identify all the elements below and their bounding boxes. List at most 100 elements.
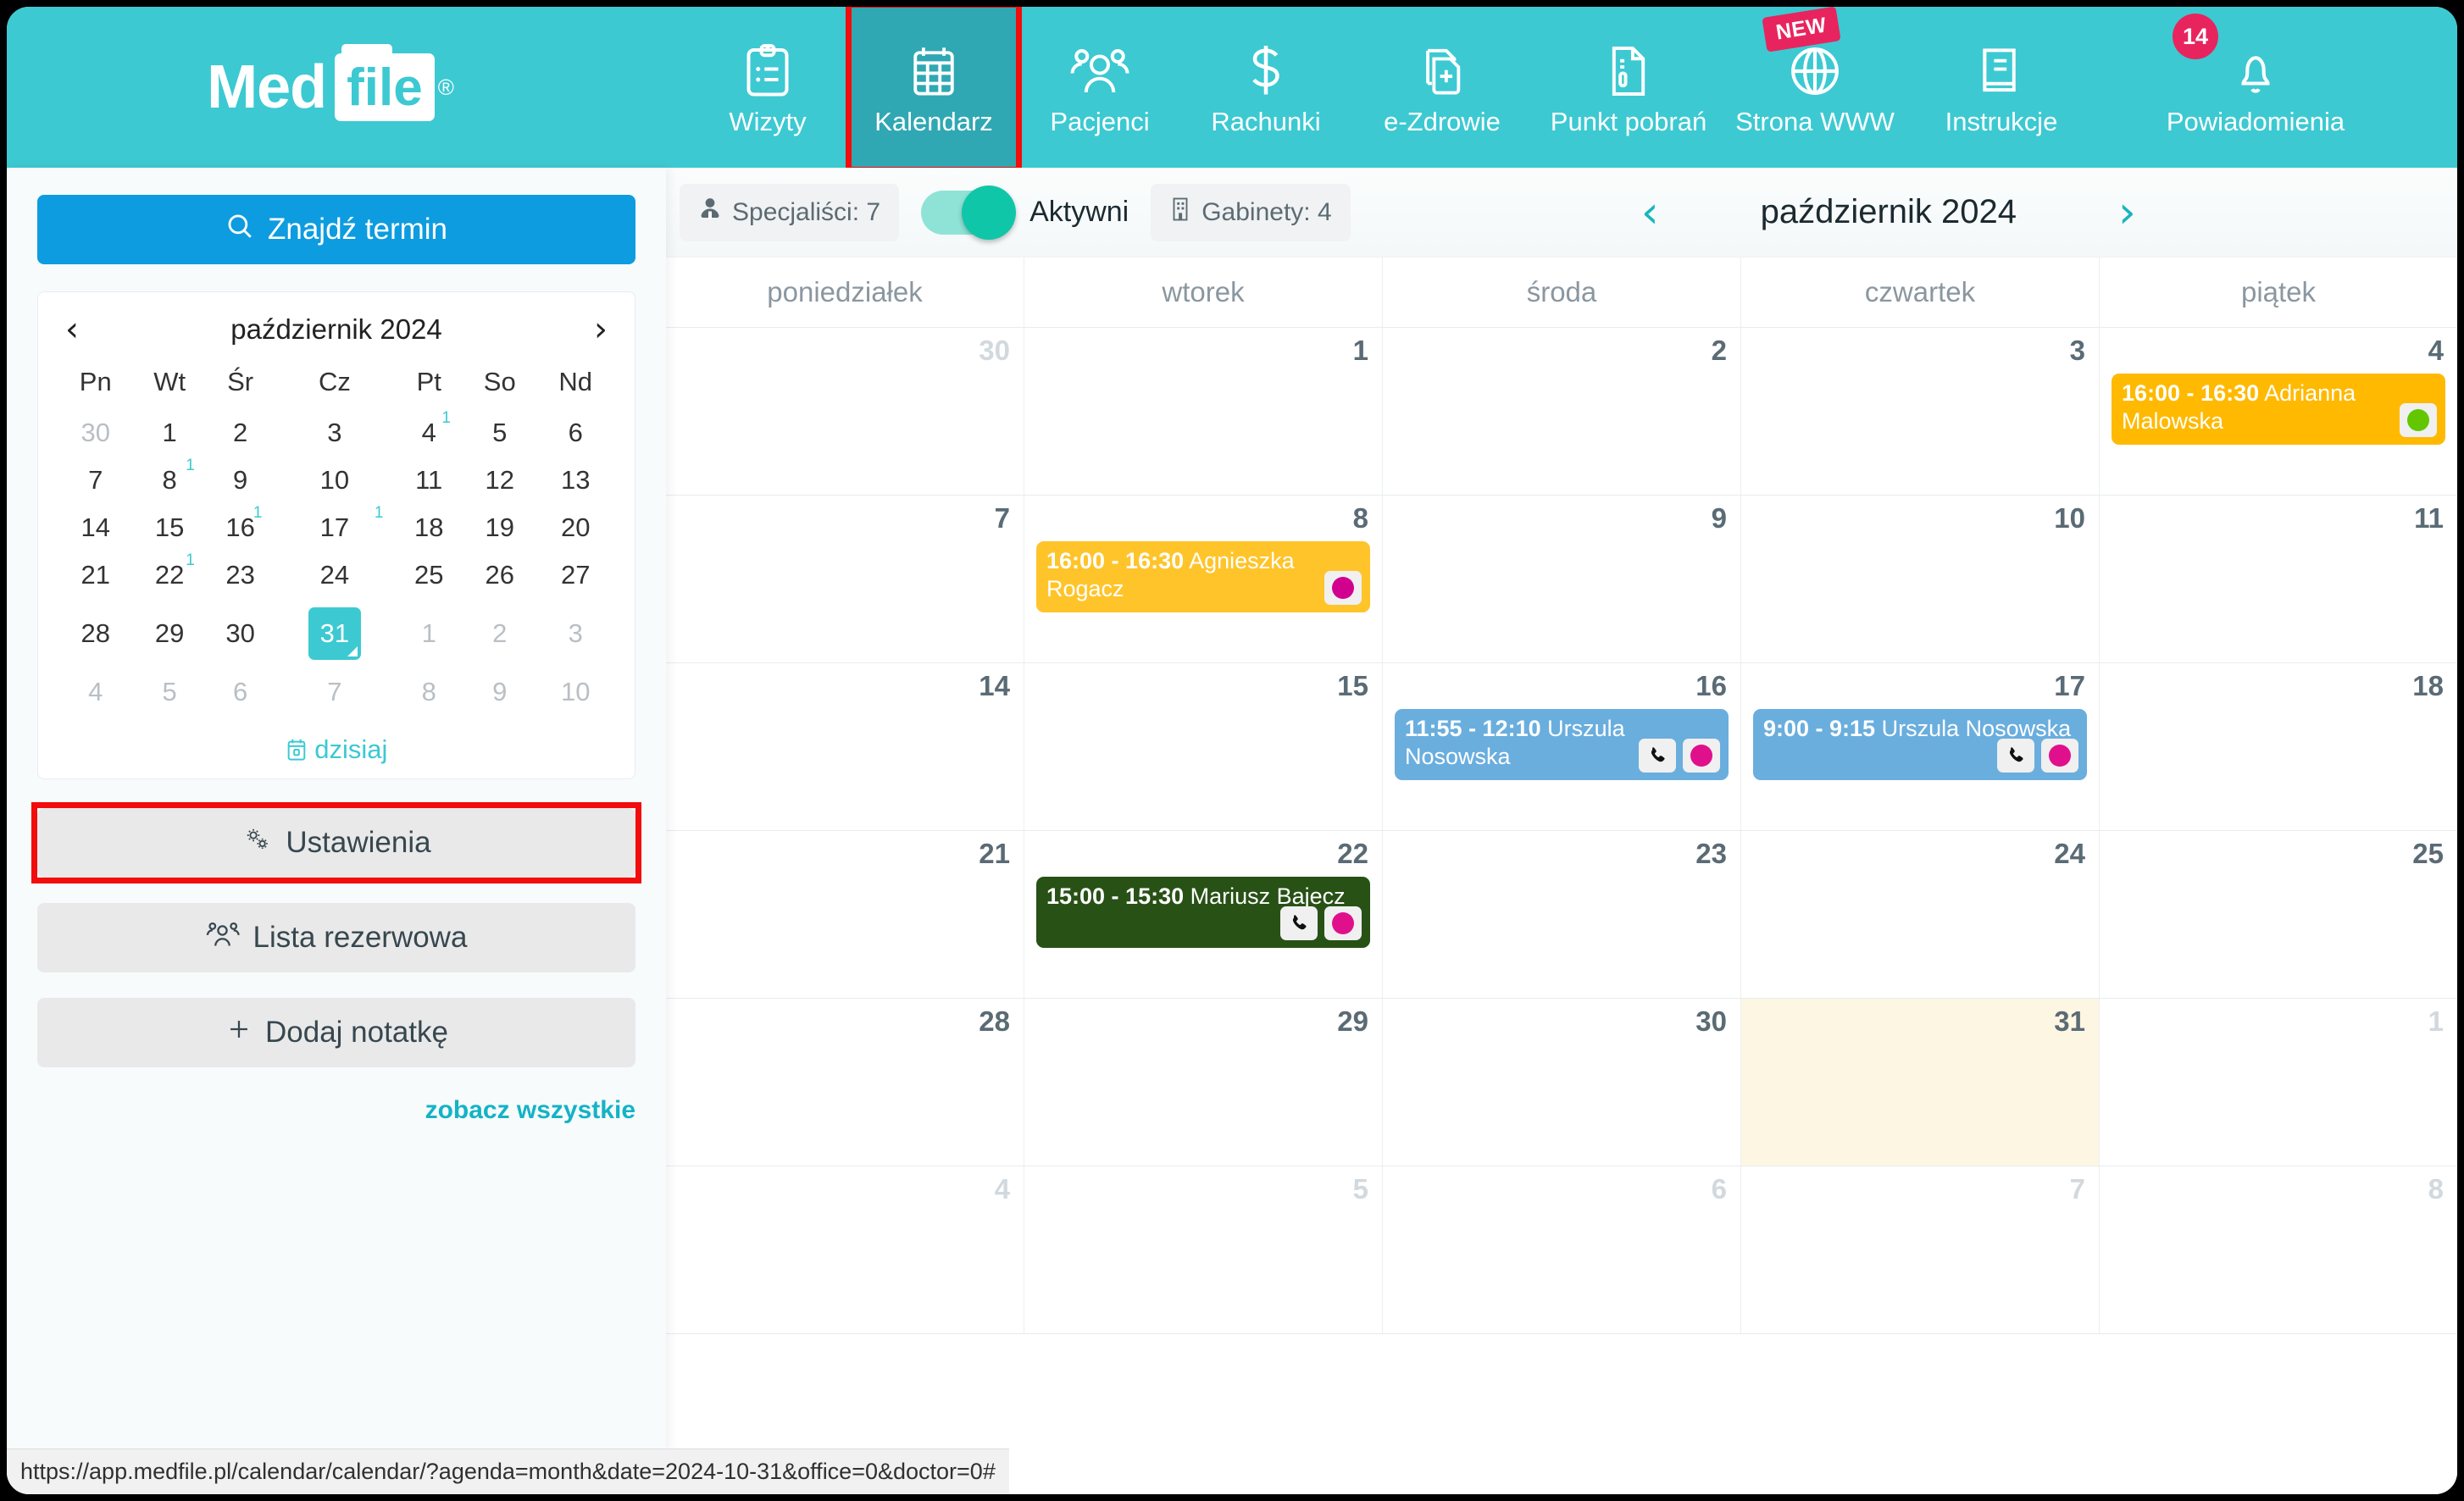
mini-calendar-day[interactable]: 30 — [58, 409, 132, 457]
calendar-day-cell[interactable]: 8 16:00 - 16:30 Agnieszka Rogacz — [1024, 496, 1383, 662]
mini-calendar-day[interactable]: 29 — [132, 599, 206, 668]
calendar-day-cell[interactable]: 21 — [666, 831, 1024, 998]
mini-calendar-day[interactable]: 26 — [463, 551, 536, 599]
calendar-day-cell[interactable]: 16 11:55 - 12:10 Urszula Nosowska — [1383, 663, 1741, 830]
medfile-logo[interactable]: Med file ® — [7, 7, 685, 168]
nav-item-strona-www[interactable]: NEW Strona WWW — [1722, 7, 1908, 168]
nav-item-kalendarz[interactable]: Kalendarz — [846, 7, 1022, 173]
mini-calendar-day[interactable]: 9 — [207, 457, 275, 504]
mini-calendar-day[interactable]: 17 1 — [274, 504, 395, 551]
event-status-dot-icon[interactable] — [1683, 739, 1720, 773]
mini-calendar-day[interactable]: 25 — [395, 551, 463, 599]
calendar-day-cell[interactable]: 30 — [666, 328, 1024, 495]
calendar-day-cell[interactable]: 2 — [1383, 328, 1741, 495]
nav-item-instrukcje[interactable]: Instrukcje — [1908, 7, 2095, 168]
calendar-day-cell[interactable]: 30 — [1383, 999, 1741, 1166]
month-next-icon[interactable]: › — [2118, 191, 2136, 235]
calendar-day-cell[interactable]: 1 — [1024, 328, 1383, 495]
nav-item-wizyty[interactable]: Wizyty — [685, 7, 851, 168]
calendar-day-cell[interactable]: 3 — [1741, 328, 2100, 495]
mini-calendar-day[interactable]: 10 — [274, 457, 395, 504]
mini-calendar-prev-icon[interactable]: ‹ — [65, 313, 79, 346]
phone-icon[interactable] — [1997, 739, 2034, 773]
calendar-day-cell[interactable]: 22 15:00 - 15:30 Mariusz Bajecz — [1024, 831, 1383, 998]
mini-calendar-day[interactable]: 14 — [58, 504, 132, 551]
mini-calendar-day[interactable]: 31 — [274, 599, 395, 668]
event-status-dot-icon[interactable] — [1324, 906, 1362, 940]
calendar-day-cell[interactable]: 14 — [666, 663, 1024, 830]
mini-calendar-next-icon[interactable]: › — [594, 313, 608, 346]
mini-calendar-day[interactable]: 13 — [536, 457, 614, 504]
mini-calendar-day[interactable]: 7 — [274, 668, 395, 716]
nav-item-e-zdrowie[interactable]: e-Zdrowie — [1349, 7, 1535, 168]
mini-calendar-day[interactable]: 20 — [536, 504, 614, 551]
calendar-day-cell[interactable]: 1 — [2100, 999, 2457, 1166]
calendar-event[interactable]: 15:00 - 15:30 Mariusz Bajecz — [1036, 877, 1370, 948]
mini-calendar-day[interactable]: 30 — [207, 599, 275, 668]
nav-item-powiadomienia[interactable]: 14 Powiadomienia — [2095, 7, 2417, 168]
calendar-day-cell[interactable]: 29 — [1024, 999, 1383, 1166]
mini-calendar-day[interactable]: 7 — [58, 457, 132, 504]
mini-calendar-day[interactable]: 2 — [207, 409, 275, 457]
phone-icon[interactable] — [1280, 906, 1318, 940]
mini-calendar-day[interactable]: 81 — [132, 457, 206, 504]
mini-calendar-today-link[interactable]: dzisiaj — [58, 716, 614, 765]
calendar-day-cell[interactable]: 15 — [1024, 663, 1383, 830]
mini-calendar-day[interactable]: 15 — [132, 504, 206, 551]
calendar-day-cell[interactable]: 6 — [1383, 1166, 1741, 1333]
nav-item-rachunki[interactable]: Rachunki — [1183, 7, 1349, 168]
event-status-dot-icon[interactable] — [2400, 403, 2437, 437]
calendar-event[interactable]: 16:00 - 16:30 Agnieszka Rogacz — [1036, 541, 1370, 612]
event-status-dot-icon[interactable] — [2041, 739, 2078, 773]
calendar-event[interactable]: 9:00 - 9:15 Urszula Nosowska — [1753, 709, 2087, 780]
calendar-day-cell[interactable]: 4 — [666, 1166, 1024, 1333]
mini-calendar-day[interactable]: 10 — [536, 668, 614, 716]
mini-calendar-day[interactable]: 3 — [536, 599, 614, 668]
mini-calendar-day[interactable]: 24 — [274, 551, 395, 599]
calendar-day-cell[interactable]: 4 16:00 - 16:30 Adrianna Malowska — [2100, 328, 2457, 495]
mini-calendar-day[interactable]: 23 — [207, 551, 275, 599]
month-prev-icon[interactable]: ‹ — [1641, 191, 1659, 235]
mini-calendar-day[interactable]: 27 — [536, 551, 614, 599]
active-toggle[interactable] — [921, 185, 1017, 240]
calendar-event[interactable]: 16:00 - 16:30 Adrianna Malowska — [2112, 374, 2445, 445]
mini-calendar-day[interactable]: 3 — [274, 409, 395, 457]
calendar-day-cell[interactable]: 23 — [1383, 831, 1741, 998]
mini-calendar-day[interactable]: 19 — [463, 504, 536, 551]
mini-calendar-day[interactable]: 8 — [395, 668, 463, 716]
mini-calendar-day[interactable]: 4 — [58, 668, 132, 716]
specialists-filter[interactable]: Specjaliści: 7 — [680, 183, 900, 241]
mini-calendar-day[interactable]: 6 — [207, 668, 275, 716]
calendar-day-cell[interactable]: 5 — [1024, 1166, 1383, 1333]
settings-button[interactable]: Ustawienia — [37, 808, 635, 878]
calendar-event[interactable]: 11:55 - 12:10 Urszula Nosowska — [1395, 709, 1729, 780]
calendar-day-cell[interactable]: 17 9:00 - 9:15 Urszula Nosowska — [1741, 663, 2100, 830]
mini-calendar-day[interactable]: 21 — [58, 551, 132, 599]
mini-calendar-day[interactable]: 28 — [58, 599, 132, 668]
offices-filter[interactable]: Gabinety: 4 — [1151, 183, 1351, 241]
calendar-day-cell[interactable]: 18 — [2100, 663, 2457, 830]
add-note-button[interactable]: Dodaj notatkę — [37, 998, 635, 1067]
mini-calendar-day[interactable]: 18 — [395, 504, 463, 551]
mini-calendar-day[interactable]: 6 — [536, 409, 614, 457]
calendar-day-cell[interactable]: 24 — [1741, 831, 2100, 998]
calendar-day-cell[interactable]: 25 — [2100, 831, 2457, 998]
find-appointment-button[interactable]: Znajdź termin — [37, 195, 635, 264]
mini-calendar-day[interactable]: 2 — [463, 599, 536, 668]
nav-item-punkt-pobran[interactable]: Punkt pobrań — [1535, 7, 1722, 168]
calendar-day-cell[interactable]: 7 — [1741, 1166, 2100, 1333]
mini-calendar-day[interactable]: 22 1 — [132, 551, 206, 599]
mini-calendar-day[interactable]: 11 — [395, 457, 463, 504]
nav-item-pacjenci[interactable]: Pacjenci — [1017, 7, 1183, 168]
calendar-day-cell[interactable]: 28 — [666, 999, 1024, 1166]
event-status-dot-icon[interactable] — [1324, 571, 1362, 605]
mini-calendar-day[interactable]: 16 1 — [207, 504, 275, 551]
phone-icon[interactable] — [1639, 739, 1676, 773]
mini-calendar-day[interactable]: 41 — [395, 409, 463, 457]
mini-calendar-day[interactable]: 5 — [132, 668, 206, 716]
mini-calendar-day[interactable]: 1 — [395, 599, 463, 668]
see-all-link[interactable]: zobacz wszystkie — [37, 1067, 635, 1125]
calendar-day-cell[interactable]: 7 — [666, 496, 1024, 662]
calendar-day-cell[interactable]: 10 — [1741, 496, 2100, 662]
mini-calendar-day[interactable]: 5 — [463, 409, 536, 457]
